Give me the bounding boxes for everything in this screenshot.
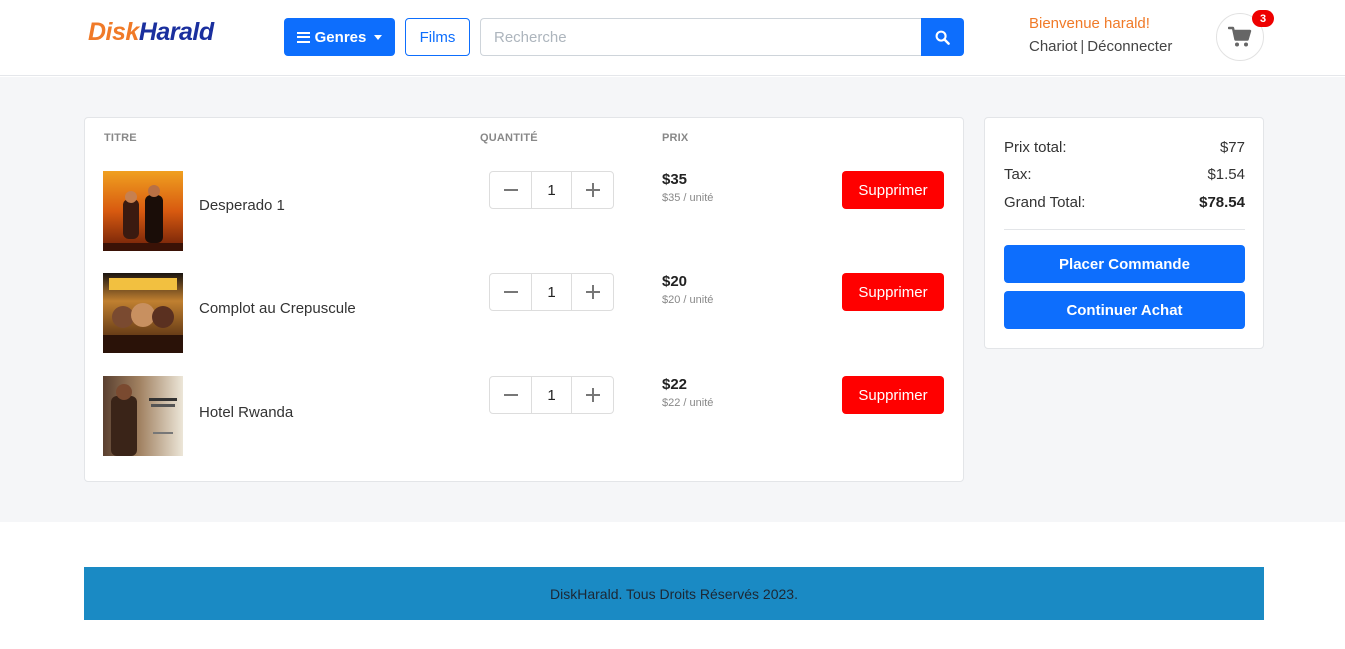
main-content: TITRE QUANTITÉ PRIX Desperado 1 1 $35 $3… bbox=[0, 77, 1345, 522]
cart-item-title[interactable]: Hotel Rwanda bbox=[199, 404, 293, 421]
item-price: $35 bbox=[662, 171, 688, 188]
increase-quantity-button[interactable] bbox=[572, 172, 613, 208]
quantity-stepper: 1 bbox=[489, 273, 614, 311]
cart-row: Hotel Rwanda 1 $22 $22 / unité Supprimer bbox=[85, 376, 965, 458]
genres-label: Genres bbox=[314, 28, 367, 46]
logout-link[interactable]: Déconnecter bbox=[1087, 38, 1172, 55]
footer-copyright: DiskHarald. Tous Droits Réservés 2023. bbox=[550, 585, 798, 602]
link-separator: | bbox=[1080, 38, 1085, 55]
quantity-value[interactable]: 1 bbox=[531, 274, 572, 310]
logo-text-harald: Harald bbox=[138, 18, 214, 46]
cart-link[interactable]: Chariot bbox=[1029, 38, 1077, 55]
plus-icon bbox=[585, 388, 600, 402]
site-header: DiskHarald Genres Films Bienvenue harald… bbox=[0, 0, 1345, 76]
cart-count-badge: 3 bbox=[1252, 10, 1274, 27]
increase-quantity-button[interactable] bbox=[572, 274, 613, 310]
quantity-stepper: 1 bbox=[489, 376, 614, 414]
cart-item-title[interactable]: Complot au Crepuscule bbox=[199, 300, 356, 317]
quantity-value[interactable]: 1 bbox=[531, 377, 572, 413]
item-price: $20 bbox=[662, 273, 688, 290]
decrease-quantity-button[interactable] bbox=[490, 377, 531, 413]
item-unit-price: $22 / unité bbox=[662, 397, 714, 409]
logo-text-disk: Disk bbox=[88, 18, 139, 46]
minus-icon bbox=[503, 189, 518, 191]
genres-dropdown-button[interactable]: Genres bbox=[284, 18, 395, 56]
tax-line: Tax: $1.54 bbox=[1004, 166, 1245, 183]
quantity-stepper: 1 bbox=[489, 171, 614, 209]
cart-item-title[interactable]: Desperado 1 bbox=[199, 197, 285, 214]
column-header-title: TITRE bbox=[104, 132, 137, 144]
column-header-price: PRIX bbox=[662, 132, 689, 144]
cart-row: Desperado 1 1 $35 $35 / unité Supprimer bbox=[85, 171, 965, 253]
delete-item-button[interactable]: Supprimer bbox=[842, 273, 944, 311]
site-logo[interactable]: DiskHarald bbox=[88, 18, 214, 47]
grand-total-line: Grand Total: $78.54 bbox=[1004, 194, 1245, 211]
grand-total-value: $78.54 bbox=[1199, 194, 1245, 211]
grand-total-label: Grand Total: bbox=[1004, 194, 1086, 211]
search-input[interactable] bbox=[480, 18, 922, 56]
movie-poster bbox=[103, 171, 183, 251]
caret-down-icon bbox=[374, 34, 383, 40]
delete-item-button[interactable]: Supprimer bbox=[842, 376, 944, 414]
decrease-quantity-button[interactable] bbox=[490, 172, 531, 208]
plus-icon bbox=[585, 183, 600, 197]
minus-icon bbox=[503, 394, 518, 396]
item-unit-price: $35 / unité bbox=[662, 192, 714, 204]
shopping-cart-icon bbox=[1228, 26, 1252, 47]
films-button[interactable]: Films bbox=[405, 18, 470, 56]
movie-poster bbox=[103, 376, 183, 456]
search-button[interactable] bbox=[921, 18, 964, 56]
bars-icon bbox=[296, 31, 310, 43]
order-summary: Prix total: $77 Tax: $1.54 Grand Total: … bbox=[984, 117, 1264, 349]
cart-table: TITRE QUANTITÉ PRIX Desperado 1 1 $35 $3… bbox=[84, 117, 964, 482]
column-header-quantity: QUANTITÉ bbox=[480, 132, 538, 144]
delete-item-button[interactable]: Supprimer bbox=[842, 171, 944, 209]
minus-icon bbox=[503, 291, 518, 293]
subtotal-value: $77 bbox=[1219, 139, 1245, 156]
continue-shopping-button[interactable]: Continuer Achat bbox=[1004, 291, 1245, 329]
place-order-button[interactable]: Placer Commande bbox=[1004, 245, 1245, 283]
tax-value: $1.54 bbox=[1207, 166, 1245, 183]
cart-row: Complot au Crepuscule 1 $20 $20 / unité … bbox=[85, 273, 965, 355]
plus-icon bbox=[585, 285, 600, 299]
item-unit-price: $20 / unité bbox=[662, 294, 714, 306]
subtotal-line: Prix total: $77 bbox=[1004, 139, 1245, 156]
site-footer: DiskHarald. Tous Droits Réservés 2023. bbox=[84, 567, 1264, 620]
movie-poster bbox=[103, 273, 183, 353]
summary-divider bbox=[1004, 229, 1245, 230]
welcome-message: Bienvenue harald! bbox=[1029, 15, 1150, 32]
increase-quantity-button[interactable] bbox=[572, 377, 613, 413]
subtotal-label: Prix total: bbox=[1004, 139, 1067, 156]
quantity-value[interactable]: 1 bbox=[531, 172, 572, 208]
tax-label: Tax: bbox=[1004, 166, 1032, 183]
user-links: Chariot | Déconnecter bbox=[1029, 38, 1172, 55]
item-price: $22 bbox=[662, 376, 688, 393]
decrease-quantity-button[interactable] bbox=[490, 274, 531, 310]
search-icon bbox=[935, 30, 950, 45]
